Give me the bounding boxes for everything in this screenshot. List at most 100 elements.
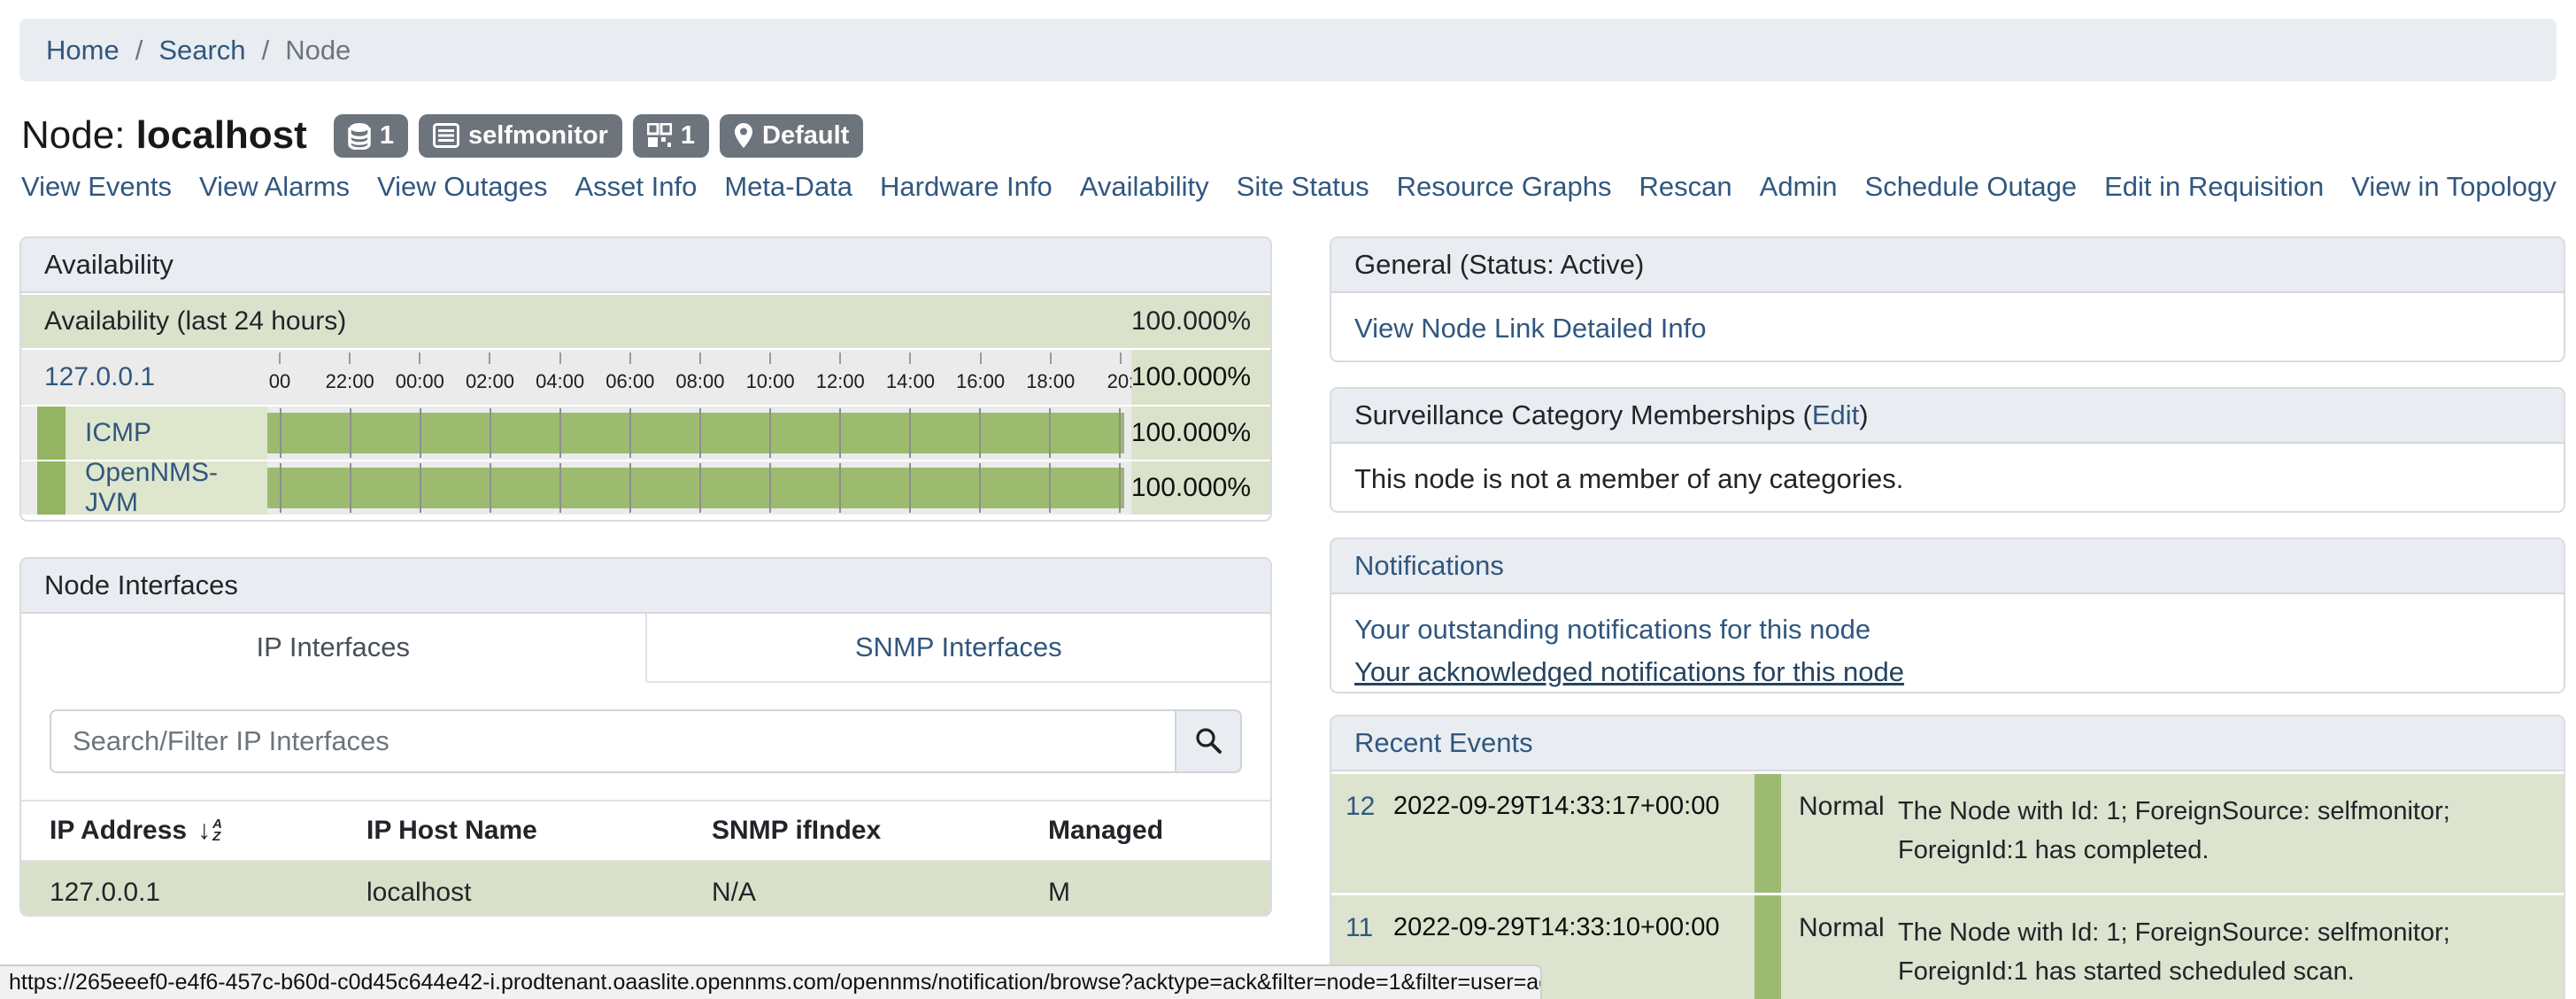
location-icon: [734, 122, 753, 149]
service-availability-bar-chart: [267, 461, 1131, 515]
surveillance-category-panel: Surveillance Category Memberships (Edit)…: [1330, 387, 2565, 513]
nav-edit-in-requisition[interactable]: Edit in Requisition: [2104, 171, 2324, 203]
view-node-link-detailed-info-link[interactable]: View Node Link Detailed Info: [1354, 313, 1707, 344]
breadcrumb-separator: /: [135, 35, 143, 66]
event-id-link[interactable]: 12: [1346, 792, 1375, 821]
database-icon: [348, 122, 371, 150]
tab-snmp-interfaces[interactable]: SNMP Interfaces: [647, 614, 1271, 681]
badge-label: 1: [380, 121, 394, 151]
availability-panel: Availability Availability (last 24 hours…: [19, 236, 1272, 522]
recent-events-panel-header[interactable]: Recent Events: [1331, 716, 2564, 771]
interface-availability-value: 100.000%: [1131, 350, 1270, 405]
breadcrumb-separator: /: [262, 35, 270, 66]
node-interfaces-header: Node Interfaces: [21, 559, 1270, 614]
severity-color-bar: [1755, 774, 1781, 893]
nav-view-events[interactable]: View Events: [21, 171, 172, 203]
interface-tabs: IP Interfaces SNMP Interfaces: [21, 614, 1270, 683]
nav-rescan[interactable]: Rescan: [1639, 171, 1732, 203]
availability-summary-value: 100.000%: [1131, 306, 1251, 337]
outstanding-notifications-link[interactable]: Your outstanding notifications for this …: [1354, 614, 2541, 646]
availability-interface-row: 127.0.0.1 00 22:00 00:00 02:00 04:00 06:…: [21, 348, 1270, 405]
node-badges: 1 selfmonitor 1 Default: [334, 114, 863, 158]
service-icmp-link[interactable]: ICMP: [85, 418, 151, 448]
cell-ip-host-name: localhost: [366, 861, 712, 917]
event-time: 2022-09-29T14:33:17+00:00: [1384, 774, 1740, 893]
ip-interfaces-table: IP Address ↓AZ IP Host Name SNMP ifIndex…: [21, 800, 1270, 917]
interfaces-icon: [647, 123, 672, 148]
table-row[interactable]: 127.0.0.1 localhost N/A M: [21, 861, 1270, 917]
node-id-badge[interactable]: 1: [334, 114, 408, 158]
event-row: 12 2022-09-29T14:33:17+00:00 Normal The …: [1331, 771, 2564, 893]
nav-view-alarms[interactable]: View Alarms: [199, 171, 350, 203]
notifications-panel-header[interactable]: Notifications: [1331, 539, 2564, 594]
general-panel: General (Status: Active) View Node Link …: [1330, 236, 2565, 362]
service-indent-bar: [37, 461, 66, 515]
service-opennms-jvm-link[interactable]: OpenNMS-JVM: [85, 458, 267, 518]
col-managed[interactable]: Managed: [1048, 801, 1270, 861]
badge-label: 1: [681, 121, 695, 151]
event-severity: Normal: [1781, 895, 1880, 999]
event-message: The Node with Id: 1; ForeignSource: self…: [1880, 895, 2564, 999]
breadcrumb-search-link[interactable]: Search: [158, 35, 245, 66]
service-availability-value: 100.000%: [1131, 407, 1270, 460]
interfaces-count-badge[interactable]: 1: [633, 114, 709, 158]
page-title: Node: localhost: [21, 113, 307, 158]
availability-summary-row: Availability (last 24 hours) 100.000%: [21, 293, 1270, 348]
service-availability-value: 100.000%: [1131, 461, 1270, 515]
surveillance-header-text: ): [1859, 399, 1868, 431]
nav-view-outages[interactable]: View Outages: [377, 171, 547, 203]
cell-ip-address: 127.0.0.1: [21, 861, 366, 917]
breadcrumb-home-link[interactable]: Home: [46, 35, 120, 66]
breadcrumb-current: Node: [285, 35, 351, 66]
badge-label: selfmonitor: [468, 121, 608, 151]
service-availability-bar-chart: [267, 407, 1131, 460]
badge-label: Default: [762, 121, 849, 151]
acknowledged-notifications-link[interactable]: Your acknowledged notifications for this…: [1354, 656, 2541, 688]
nav-resource-graphs[interactable]: Resource Graphs: [1397, 171, 1612, 203]
tab-ip-interfaces[interactable]: IP Interfaces: [21, 614, 647, 683]
search-input[interactable]: [50, 709, 1175, 773]
nav-meta-data[interactable]: Meta-Data: [724, 171, 852, 203]
nav-view-in-topology[interactable]: View in Topology: [2351, 171, 2557, 203]
service-indent-bar: [37, 407, 66, 460]
event-message: The Node with Id: 1; ForeignSource: self…: [1880, 774, 2564, 893]
edit-categories-link[interactable]: Edit: [1812, 399, 1859, 431]
node-title-row: Node: localhost 1 selfmonitor 1: [21, 110, 863, 161]
bar-gridlines: [280, 463, 1121, 513]
availability-service-row: OpenNMS-JVM 100.000%: [21, 460, 1270, 515]
availability-time-axis: 00 22:00 00:00 02:00 04:00 06:00 08:00 1…: [267, 350, 1131, 405]
surveillance-panel-header: Surveillance Category Memberships (Edit): [1331, 389, 2564, 444]
foreign-source-badge[interactable]: selfmonitor: [419, 114, 622, 158]
interface-127-0-0-1-link[interactable]: 127.0.0.1: [44, 362, 155, 392]
nav-asset-info[interactable]: Asset Info: [575, 171, 697, 203]
event-id-link[interactable]: 11: [1346, 913, 1373, 942]
opennms-node-page: Home / Search / Node Node: localhost 1 s…: [0, 0, 2576, 999]
col-ip-address[interactable]: IP Address ↓AZ: [21, 801, 366, 861]
node-label: Node:: [21, 113, 125, 157]
nav-site-status[interactable]: Site Status: [1237, 171, 1369, 203]
location-badge[interactable]: Default: [720, 114, 863, 158]
search-button[interactable]: [1175, 709, 1242, 773]
nav-schedule-outage[interactable]: Schedule Outage: [1865, 171, 2078, 203]
col-ip-host-name[interactable]: IP Host Name: [366, 801, 712, 861]
bar-gridlines: [280, 408, 1121, 458]
availability-summary-label: Availability (last 24 hours): [44, 306, 346, 337]
recent-events-panel: Recent Events 12 2022-09-29T14:33:17+00:…: [1330, 715, 2565, 999]
availability-panel-header: Availability: [21, 238, 1270, 293]
search-icon: [1194, 726, 1222, 757]
col-snmp-ifindex[interactable]: SNMP ifIndex: [712, 801, 1048, 861]
node-name: localhost: [136, 113, 307, 157]
severity-color-bar: [1755, 895, 1781, 999]
list-icon: [433, 123, 459, 148]
nav-hardware-info[interactable]: Hardware Info: [880, 171, 1053, 203]
node-interfaces-panel: Node Interfaces IP Interfaces SNMP Inter…: [19, 557, 1272, 917]
surveillance-header-text: Surveillance Category Memberships (: [1354, 399, 1812, 431]
status-url-text: https://265eeef0-e4f6-457c-b60d-c0d45c64…: [9, 970, 1542, 995]
general-panel-header: General (Status: Active): [1331, 238, 2564, 293]
sort-alpha-down-icon[interactable]: ↓AZ: [197, 816, 222, 846]
notifications-panel: Notifications Your outstanding notificat…: [1330, 538, 2565, 693]
nav-admin[interactable]: Admin: [1760, 171, 1838, 203]
nav-availability[interactable]: Availability: [1080, 171, 1209, 203]
availability-service-row: ICMP 100.000%: [21, 405, 1270, 460]
surveillance-body-text: This node is not a member of any categor…: [1331, 444, 2564, 513]
